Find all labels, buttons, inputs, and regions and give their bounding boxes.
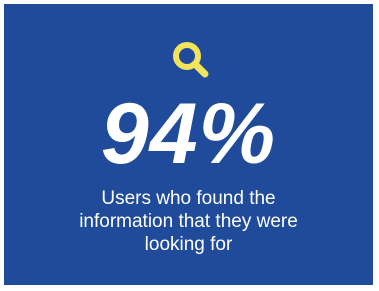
stat-card: 94% Users who found the information that… [4, 4, 373, 285]
stat-value: 94% [100, 86, 277, 182]
search-icon [171, 40, 211, 80]
stat-description: Users who found the information that the… [79, 188, 298, 255]
